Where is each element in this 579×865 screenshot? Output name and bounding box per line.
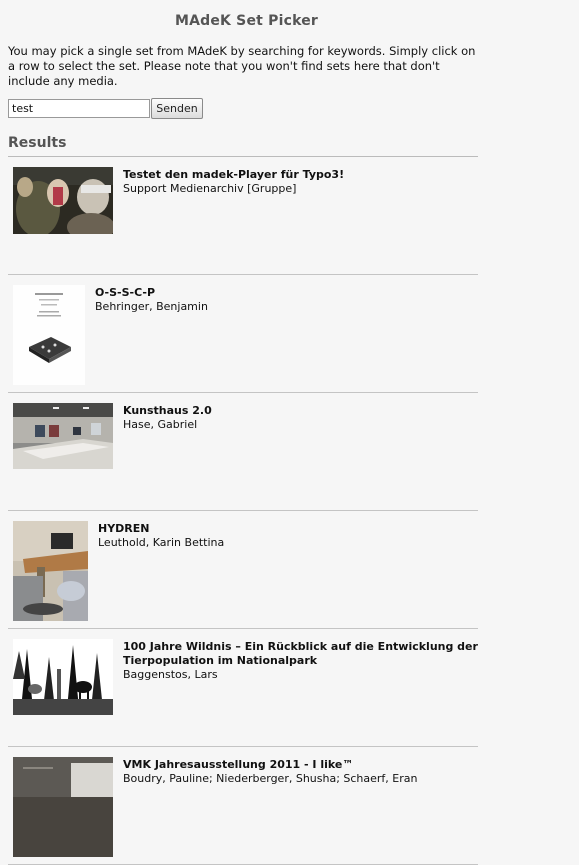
search-form: Senden <box>8 97 571 119</box>
result-thumbnail <box>13 639 113 715</box>
result-info: HYDREN Leuthold, Karin Bettina <box>98 511 224 628</box>
result-author: Behringer, Benjamin <box>95 300 208 313</box>
submit-button[interactable]: Senden <box>151 97 203 119</box>
result-row[interactable]: O-S-S-C-P Behringer, Benjamin <box>8 275 478 393</box>
result-info: Testet den madek-Player für Typo3! Suppo… <box>123 157 344 274</box>
result-info: 100 Jahre Wildnis – Ein Rückblick auf di… <box>123 629 478 746</box>
result-row[interactable]: Testet den madek-Player für Typo3! Suppo… <box>8 157 478 275</box>
result-author: Hase, Gabriel <box>123 418 198 431</box>
result-author: Support Medienarchiv [Gruppe] <box>123 182 297 195</box>
result-author: Baggenstos, Lars <box>123 668 218 681</box>
result-title: Testet den madek-Player für Typo3! <box>123 168 345 181</box>
result-thumbnail <box>13 403 113 469</box>
results-list: Testet den madek-Player für Typo3! Suppo… <box>8 157 478 865</box>
result-title: VMK Jahresausstellung 2011 - I like™ <box>123 758 354 771</box>
result-title: 100 Jahre Wildnis – Ein Rückblick auf di… <box>123 640 478 667</box>
result-author: Leuthold, Karin Bettina <box>98 536 225 549</box>
result-author: Boudry, Pauline; Niederberger, Shusha; S… <box>123 772 418 785</box>
result-thumbnail <box>13 521 88 621</box>
results-heading: Results <box>8 135 478 157</box>
result-row[interactable]: 100 Jahre Wildnis – Ein Rückblick auf di… <box>8 629 478 747</box>
result-info: VMK Jahresausstellung 2011 - I like™ Bou… <box>123 747 418 864</box>
result-row[interactable]: Kunsthaus 2.0 Hase, Gabriel <box>8 393 478 511</box>
intro-text: You may pick a single set from MAdeK by … <box>8 44 476 88</box>
page-title: MAdeK Set Picker <box>174 13 319 29</box>
result-row[interactable]: VMK Jahresausstellung 2011 - I like™ Bou… <box>8 747 478 865</box>
result-thumbnail <box>13 757 113 857</box>
result-title: O-S-S-C-P <box>95 286 156 299</box>
result-info: O-S-S-C-P Behringer, Benjamin <box>95 275 208 392</box>
result-title: HYDREN <box>98 522 150 535</box>
set-picker-page: MAdeK Set Picker You may pick a single s… <box>0 0 579 865</box>
result-title: Kunsthaus 2.0 <box>123 404 212 417</box>
result-info: Kunsthaus 2.0 Hase, Gabriel <box>123 393 212 510</box>
search-input[interactable] <box>8 98 150 118</box>
result-thumbnail <box>13 285 85 385</box>
result-row[interactable]: HYDREN Leuthold, Karin Bettina <box>8 511 478 629</box>
result-thumbnail <box>13 167 113 234</box>
